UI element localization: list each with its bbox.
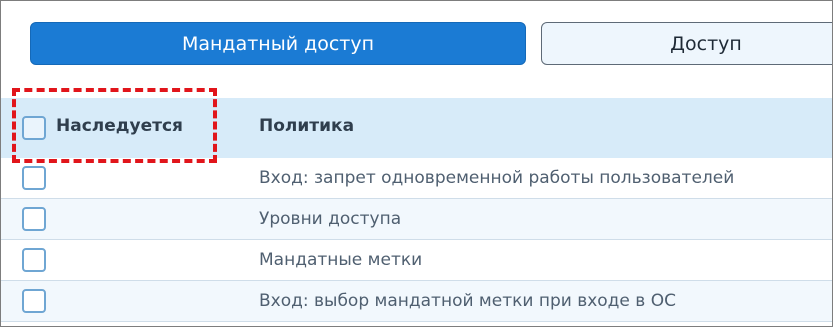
policy-panel: Мандатный доступ Доступ Наследуется Поли…: [0, 0, 833, 327]
policy-cell: Мандатные метки: [259, 250, 423, 270]
table-header: Наследуется Политика: [1, 98, 832, 158]
policy-cell: Вход: выбор мандатной метки при входе в …: [259, 291, 676, 311]
table-row[interactable]: Вход: выбор мандатной метки при входе в …: [1, 281, 832, 322]
column-header-inherit[interactable]: Наследуется: [56, 116, 183, 136]
row-checkbox[interactable]: [22, 248, 46, 272]
row-checkbox[interactable]: [22, 166, 46, 190]
table-row[interactable]: Вход: запрет одновременной работы пользо…: [1, 158, 832, 199]
select-all-checkbox[interactable]: [22, 116, 46, 140]
table-row[interactable]: Уровни доступа: [1, 199, 832, 240]
tab-mandatory-access-label: Мандатный доступ: [181, 32, 375, 55]
policy-cell: Уровни доступа: [259, 209, 402, 229]
row-checkbox[interactable]: [22, 207, 46, 231]
tab-access[interactable]: Доступ: [541, 22, 832, 65]
tab-access-label: Доступ: [670, 32, 742, 55]
row-checkbox[interactable]: [22, 289, 46, 313]
tab-mandatory-access[interactable]: Мандатный доступ: [30, 22, 526, 65]
table-row[interactable]: Мандатные метки: [1, 240, 832, 281]
column-header-policy[interactable]: Политика: [259, 116, 354, 136]
policy-cell: Вход: запрет одновременной работы пользо…: [259, 168, 735, 188]
